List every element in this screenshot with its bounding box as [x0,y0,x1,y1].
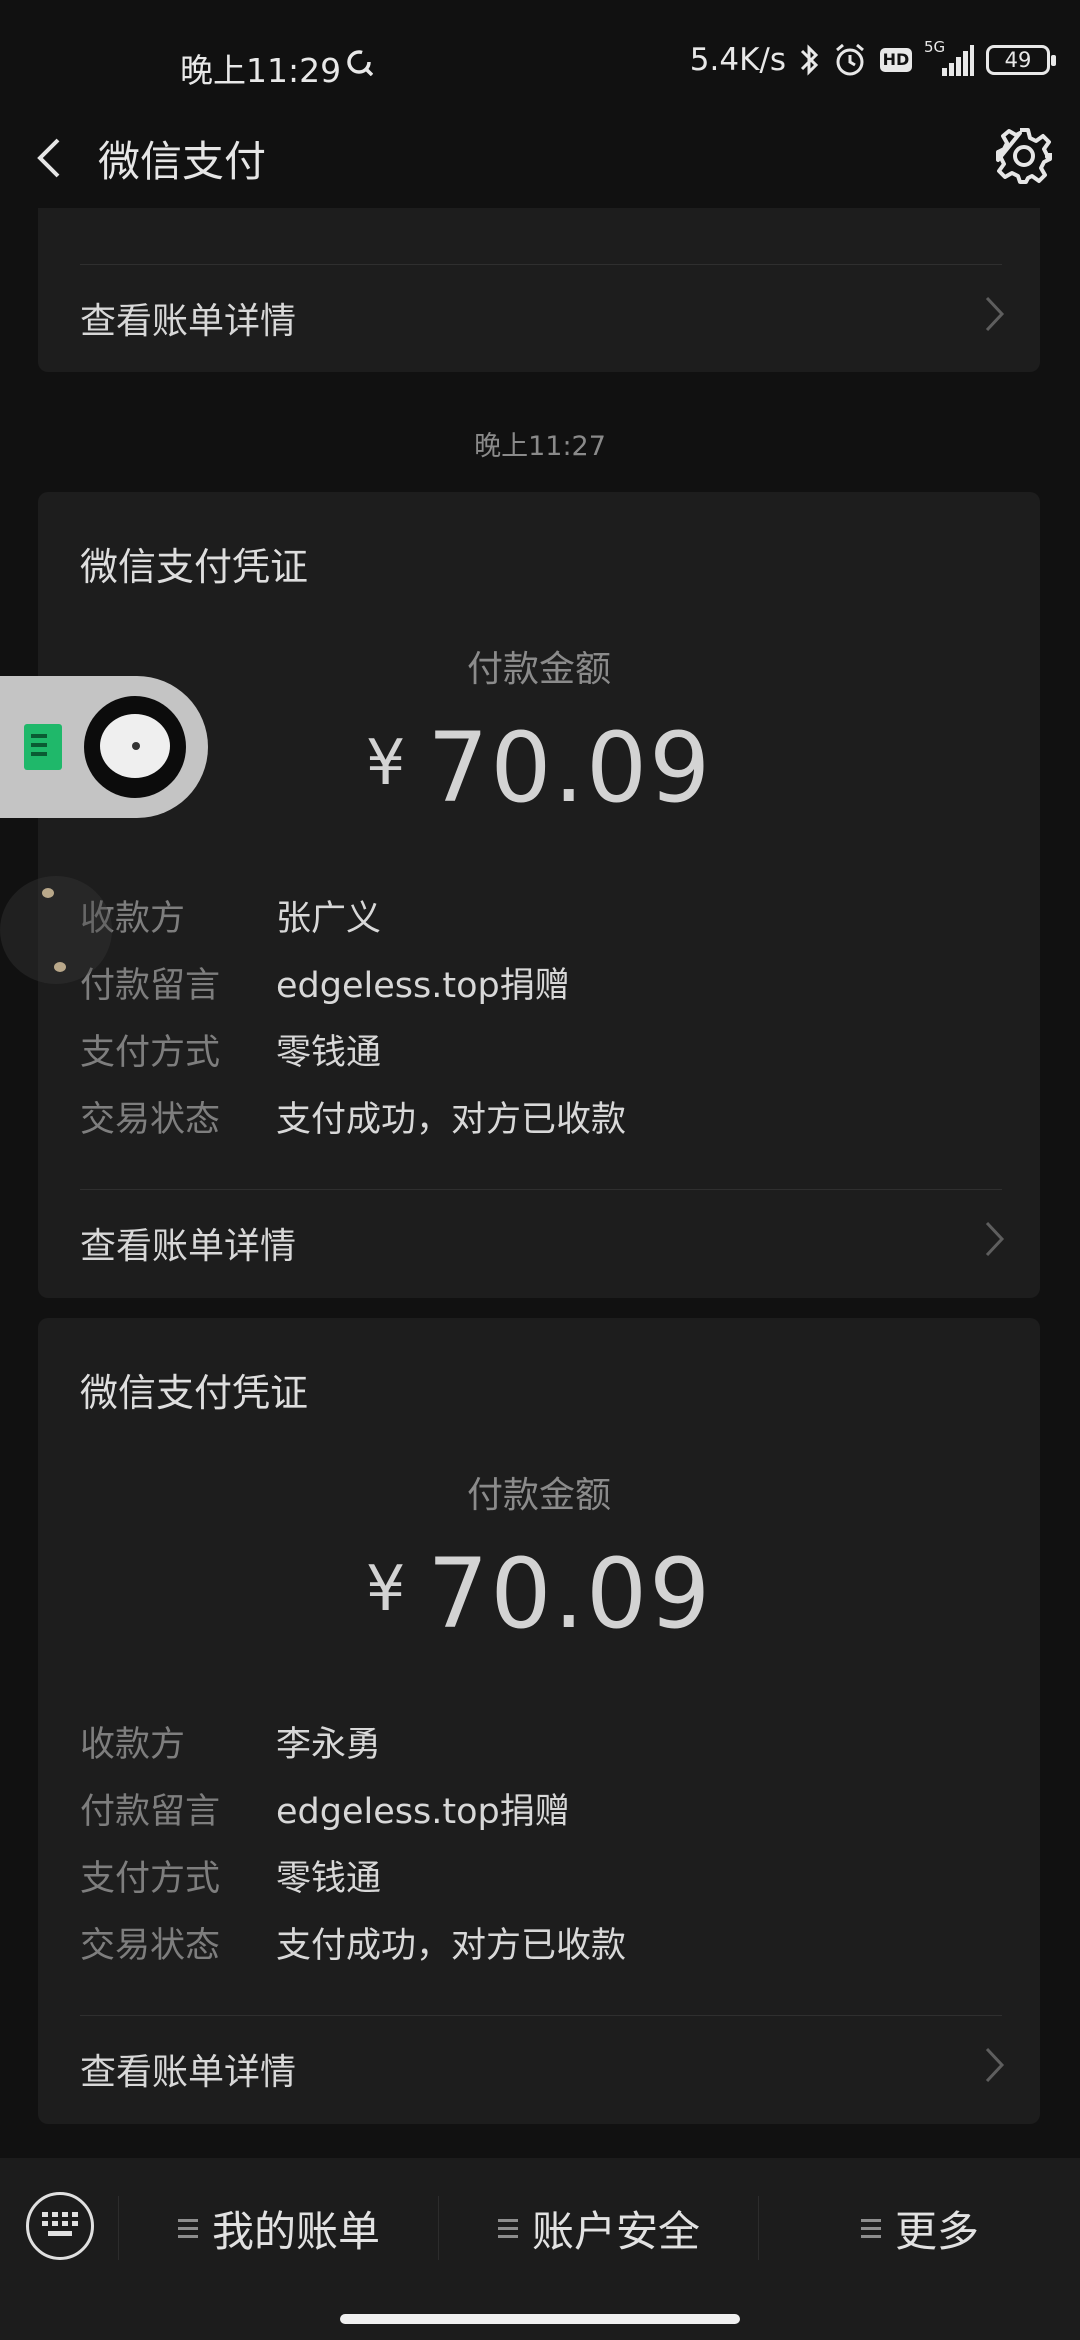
bluetooth-icon [800,44,819,76]
receipt-row-status: 交易状态 支付成功，对方已收款 [80,1091,626,1141]
assist-dot-icon [54,962,66,972]
floating-media-widget[interactable] [0,676,208,818]
chevron-right-icon [985,296,1005,332]
menu-my-bills[interactable]: 我的账单 [120,2158,438,2298]
chevron-right-icon [985,1221,1005,1257]
currency-symbol: ¥ [365,726,406,799]
chevron-right-icon [985,2047,1005,2083]
page-title: 微信支付 [98,137,267,186]
menu-account-security[interactable]: 账户安全 [440,2158,758,2298]
row-key: 付款留言 [80,1792,221,1832]
menu-separator [758,2196,759,2260]
row-value: edgeless.top捐赠 [276,1792,570,1832]
view-bill-details-label: 查看账单详情 [80,301,297,342]
assist-dot-icon [42,888,54,898]
floating-assist-button[interactable] [0,876,112,984]
back-arrow-icon[interactable] [28,126,88,190]
view-bill-details-link[interactable]: 查看账单详情 [38,2015,1040,2115]
view-bill-details-label: 查看账单详情 [80,1226,297,1267]
net-speed: 5.4K/s [689,42,786,78]
receipt-row-payee: 收款方 李永勇 [80,1716,381,1766]
receipt-row-payee: 收款方 张广义 [80,890,381,940]
bottom-menu-bar: 我的账单 账户安全 更多 [0,2158,1080,2340]
menu-label: 我的账单 [211,2206,380,2256]
amount-label: 付款金额 [466,1475,611,1516]
row-value: 支付成功，对方已收款 [276,1100,627,1140]
receipt-row-status: 交易状态 支付成功，对方已收款 [80,1917,626,1967]
receipt-row-message: 付款留言 edgeless.top捐赠 [80,957,570,1007]
row-key: 交易状态 [80,1100,221,1140]
menu-label: 账户安全 [531,2206,700,2256]
receipt-title: 微信支付凭证 [80,1371,309,1415]
view-bill-details-label: 查看账单详情 [80,2052,297,2093]
signal-icon: 5G [924,38,974,78]
menu-list-icon [177,2214,198,2243]
nav-header: 微信支付 [0,108,1080,208]
status-time: 晚上11:29 [180,51,342,90]
menu-list-icon [497,2214,518,2243]
amount-label: 付款金额 [466,649,611,690]
menu-separator [438,2196,439,2260]
row-value: 支付成功，对方已收款 [276,1926,627,1966]
receipt-row-method: 支付方式 零钱通 [80,1850,381,1900]
previous-receipt-card: 查看账单详情 [38,190,1040,372]
message-timestamp: 晚上11:27 [474,431,606,462]
payment-amount: ¥70.09 [38,1538,1040,1650]
row-key: 交易状态 [80,1926,221,1966]
menu-separator [118,2196,119,2260]
reader-app-icon[interactable] [24,724,62,770]
view-bill-details-link[interactable]: 查看账单详情 [38,1189,1040,1289]
receipt-card: 微信支付凭证 付款金额 ¥70.09 收款方 张广义 付款留言 edgeless.t… [38,492,1040,1298]
currency-symbol: ¥ [365,1552,406,1625]
album-disc-icon[interactable] [84,696,186,798]
row-key: 支付方式 [80,1033,221,1073]
menu-more[interactable]: 更多 [760,2158,1080,2298]
amount-value: 70.09 [427,1538,713,1650]
sync-icon [347,50,373,76]
receipt-row-method: 支付方式 零钱通 [80,1024,381,1074]
menu-list-icon [860,2214,881,2243]
amount-value: 70.09 [427,712,713,824]
row-value: 零钱通 [276,1033,382,1073]
row-value: 李永勇 [276,1725,382,1765]
menu-label: 更多 [894,2206,979,2256]
alarm-icon [836,43,864,76]
receipt-title: 微信支付凭证 [80,545,309,589]
status-icons: 5.4K/s HD 5G 49 [689,38,1056,80]
row-value: 张广义 [276,899,382,939]
row-key: 收款方 [80,1725,186,1765]
home-indicator[interactable] [340,2314,740,2324]
hd-icon: HD [880,48,912,72]
keyboard-icon[interactable] [26,2192,94,2260]
receipt-card: 微信支付凭证 付款金额 ¥70.09 收款方 李永勇 付款留言 edgeless.t… [38,1318,1040,2124]
row-key: 付款留言 [80,966,221,1006]
receipt-row-message: 付款留言 edgeless.top捐赠 [80,1783,570,1833]
row-key: 支付方式 [80,1859,221,1899]
gear-icon[interactable] [992,124,1056,188]
row-value: 零钱通 [276,1859,382,1899]
row-value: edgeless.top捐赠 [276,966,570,1006]
view-bill-details-link[interactable]: 查看账单详情 [38,264,1040,364]
battery-icon: 49 [986,45,1056,75]
